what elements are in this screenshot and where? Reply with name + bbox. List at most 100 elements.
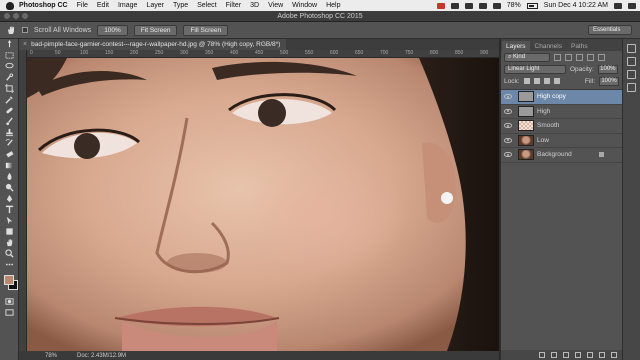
menu-type[interactable]: Type <box>173 2 188 9</box>
layer-filter-select[interactable]: ⌕ Kind <box>504 52 550 62</box>
lock-all-icon[interactable] <box>553 78 560 84</box>
recording-icon[interactable] <box>436 2 445 9</box>
foreground-color-swatch[interactable] <box>4 275 14 285</box>
dropbox-icon[interactable] <box>450 2 459 9</box>
menu-window[interactable]: Window <box>292 2 317 9</box>
layer-background[interactable]: Background <box>501 148 622 163</box>
blend-mode-select[interactable]: Linear Light <box>504 64 566 74</box>
layer-low[interactable]: Low <box>501 134 622 148</box>
filter-pixel-icon[interactable] <box>554 53 561 61</box>
menu-help[interactable]: Help <box>326 2 340 9</box>
visibility-eye-icon[interactable] <box>504 94 512 100</box>
workspace-select[interactable]: Essentials <box>588 25 632 35</box>
zoom-100-button[interactable]: 100% <box>97 24 128 36</box>
type-tool-icon[interactable] <box>0 204 19 215</box>
visibility-eye-icon[interactable] <box>504 123 512 129</box>
eyedropper-tool-icon[interactable] <box>0 94 19 105</box>
zoom-window-button[interactable] <box>22 13 28 19</box>
more-tools-icon[interactable] <box>0 259 19 270</box>
add-mask-icon[interactable] <box>563 352 569 358</box>
clock[interactable]: Sun Dec 4 10:22 AM <box>544 2 608 9</box>
properties-panel-icon[interactable] <box>627 57 636 66</box>
filter-shape-icon[interactable] <box>587 53 594 61</box>
zoom-tool-icon[interactable] <box>0 248 19 259</box>
menu-layer[interactable]: Layer <box>146 2 164 9</box>
opacity-input[interactable]: 100% <box>597 64 618 74</box>
pen-tool-icon[interactable] <box>0 193 19 204</box>
lasso-tool-icon[interactable] <box>0 61 19 72</box>
app-menu[interactable]: Photoshop CC <box>19 2 68 9</box>
layer-high-copy[interactable]: High copy <box>501 90 622 105</box>
path-select-tool-icon[interactable] <box>0 215 19 226</box>
layer-smooth[interactable]: Smooth <box>501 119 622 134</box>
history-brush-tool-icon[interactable] <box>0 138 19 149</box>
notifications-icon[interactable] <box>628 2 636 9</box>
visibility-eye-icon[interactable] <box>504 152 512 158</box>
delete-layer-icon[interactable] <box>611 352 617 358</box>
blur-tool-icon[interactable] <box>0 171 19 182</box>
window-title-bar: Adobe Photoshop CC 2015 <box>0 11 640 22</box>
scroll-all-windows-checkbox[interactable] <box>22 27 28 33</box>
lock-label: Lock: <box>504 77 520 85</box>
paragraph-panel-icon[interactable] <box>627 83 636 92</box>
lock-pixels-icon[interactable] <box>523 78 530 84</box>
visibility-eye-icon[interactable] <box>504 108 512 114</box>
battery-icon[interactable] <box>526 2 538 9</box>
lock-move-icon[interactable] <box>543 78 550 84</box>
quick-mask-icon[interactable] <box>0 296 19 307</box>
move-tool-icon[interactable] <box>0 39 19 50</box>
fit-screen-button[interactable]: Fit Screen <box>133 24 178 36</box>
stamp-tool-icon[interactable] <box>0 127 19 138</box>
shape-tool-icon[interactable] <box>0 226 19 237</box>
hand-tool-icon-small[interactable] <box>0 237 19 248</box>
lock-paint-icon[interactable] <box>533 78 540 84</box>
healing-tool-icon[interactable] <box>0 105 19 116</box>
history-panel-icon[interactable] <box>627 44 636 53</box>
visibility-eye-icon[interactable] <box>504 137 512 143</box>
close-window-button[interactable] <box>4 13 10 19</box>
apple-icon[interactable] <box>6 1 14 10</box>
menu-select[interactable]: Select <box>197 2 216 9</box>
search-icon[interactable] <box>614 2 622 9</box>
zoom-level[interactable]: 78% <box>45 353 57 359</box>
menu-image[interactable]: Image <box>118 2 137 9</box>
screen-mode-icon[interactable] <box>0 307 19 318</box>
menu-file[interactable]: File <box>77 2 88 9</box>
filter-type-icon[interactable] <box>576 53 583 61</box>
quick-select-tool-icon[interactable] <box>0 72 19 83</box>
image-canvas[interactable] <box>27 58 499 351</box>
brush-tool-icon[interactable] <box>0 116 19 127</box>
ruler-mark: 300 <box>180 50 189 56</box>
filter-smart-icon[interactable] <box>598 53 605 61</box>
tab-paths[interactable]: Paths <box>566 41 592 51</box>
cloud-icon[interactable] <box>464 2 473 9</box>
menu-edit[interactable]: Edit <box>97 2 109 9</box>
hand-tool-icon[interactable] <box>6 25 16 35</box>
adjustment-layer-icon[interactable] <box>575 352 581 358</box>
eraser-tool-icon[interactable] <box>0 149 19 160</box>
gradient-tool-icon[interactable] <box>0 160 19 171</box>
tab-layers[interactable]: Layers <box>502 41 530 51</box>
marquee-tool-icon[interactable] <box>0 50 19 61</box>
document-tab[interactable]: × bad-pimple-face-garnier-contest---rage… <box>19 39 287 50</box>
layer-high[interactable]: High <box>501 105 622 119</box>
wifi-icon[interactable] <box>478 2 487 9</box>
menu-3d[interactable]: 3D <box>250 2 259 9</box>
fill-screen-button[interactable]: Fill Screen <box>183 24 229 36</box>
volume-icon[interactable] <box>492 2 501 9</box>
menu-view[interactable]: View <box>268 2 283 9</box>
new-layer-icon[interactable] <box>599 352 605 358</box>
new-group-icon[interactable] <box>587 352 593 358</box>
fill-input[interactable]: 100% <box>599 76 619 86</box>
character-panel-icon[interactable] <box>627 70 636 79</box>
layer-style-icon[interactable] <box>551 352 557 358</box>
crop-tool-icon[interactable] <box>0 83 19 94</box>
dodge-tool-icon[interactable] <box>0 182 19 193</box>
filter-adjustment-icon[interactable] <box>565 53 572 61</box>
tab-channels[interactable]: Channels <box>530 41 566 51</box>
close-tab-icon[interactable]: × <box>23 41 27 48</box>
link-layers-icon[interactable] <box>539 352 545 358</box>
minimize-window-button[interactable] <box>13 13 19 19</box>
menu-filter[interactable]: Filter <box>226 2 242 9</box>
document-size[interactable]: Doc: 2.43M/12.9M <box>77 353 126 359</box>
